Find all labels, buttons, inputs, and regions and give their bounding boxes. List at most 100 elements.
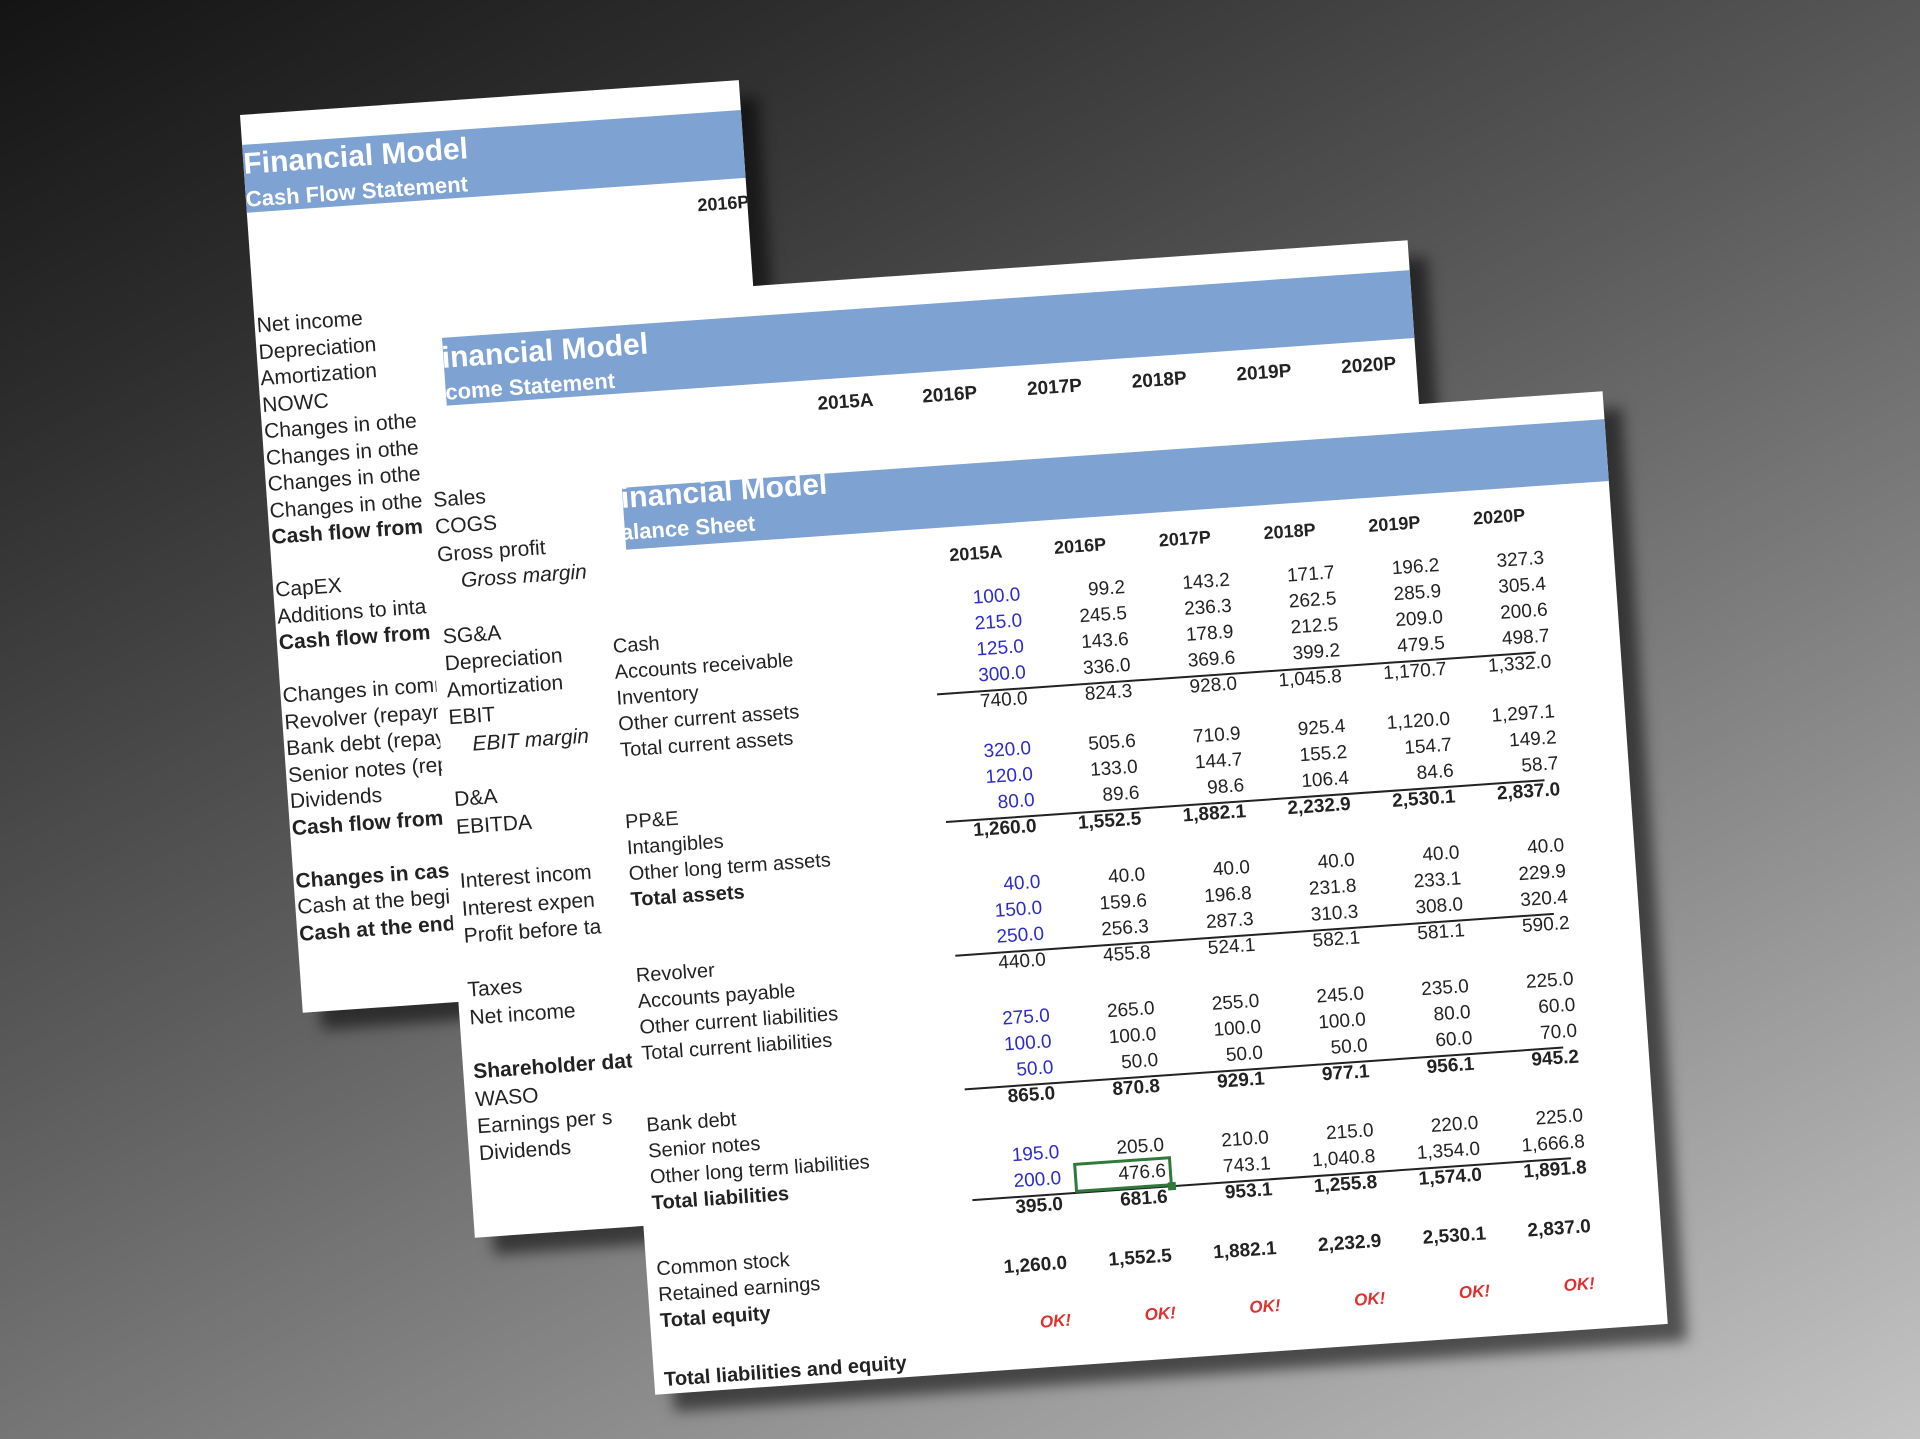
- value-cell: 479.5: [1396, 632, 1446, 658]
- value-cell: 250.0: [995, 923, 1045, 948]
- row-label: Dividends: [478, 1136, 572, 1166]
- value-cell: 120.0: [984, 763, 1034, 789]
- value-cell: 196.2: [1391, 555, 1441, 580]
- row-label: Sales: [432, 485, 487, 512]
- value-cell: 285.9: [1392, 580, 1442, 606]
- value-cell: 212.5: [1290, 614, 1339, 639]
- row-label: Dividends: [289, 783, 383, 814]
- value-cell: 1,354.0: [1416, 1138, 1481, 1164]
- value-cell: 200.6: [1499, 599, 1549, 624]
- year-header: 2020P: [1340, 353, 1397, 379]
- value-cell: 215.0: [1325, 1119, 1375, 1145]
- value-cell: 159.6: [1098, 890, 1148, 915]
- row-label: Inventory: [615, 682, 700, 710]
- row-label: Amortization: [445, 671, 564, 703]
- value-cell: 1,120.0: [1386, 708, 1451, 735]
- value-cell: 262.5: [1288, 588, 1338, 613]
- check-ok: OK!: [1353, 1288, 1386, 1310]
- year-header: 2017P: [786, 185, 802, 210]
- row-label: Depreciation: [443, 644, 564, 676]
- value-cell: 50.0: [1015, 1057, 1055, 1081]
- value-cell: 106.4: [1300, 767, 1350, 793]
- year-header: 2018P: [1262, 519, 1317, 544]
- value-cell: 310.3: [1310, 901, 1359, 926]
- value-cell: 143.6: [1080, 628, 1130, 654]
- value-cell: 275.0: [1001, 1005, 1051, 1030]
- value-cell: 336.0: [1082, 654, 1132, 680]
- row-label: PP&E: [624, 807, 680, 834]
- year-header: 2019P: [1235, 360, 1293, 386]
- value-cell: 255.0: [1211, 990, 1260, 1015]
- check-ok: OK!: [1039, 1310, 1072, 1332]
- year-header: 2019P: [1367, 512, 1421, 536]
- row-label: EBIT: [447, 703, 496, 730]
- value-cell: 200.0: [1012, 1167, 1062, 1193]
- value-cell: 1,882.1: [1212, 1238, 1278, 1264]
- value-cell: 99.2: [1087, 577, 1126, 601]
- selection-handle: [1167, 1181, 1177, 1191]
- year-header: 2015A: [948, 541, 1003, 566]
- year-header: 2016P: [1053, 534, 1107, 558]
- value-cell: 50.0: [1225, 1042, 1264, 1067]
- row-label: D&A: [453, 785, 499, 812]
- value-cell: 133.0: [1089, 756, 1139, 781]
- row-label: Total equity: [659, 1302, 772, 1333]
- value-cell: 1,666.8: [1520, 1131, 1586, 1157]
- value-cell: 320.4: [1519, 886, 1569, 912]
- row-label: Cash: [612, 632, 661, 658]
- year-header: 2016P: [921, 382, 978, 408]
- row-label: Intangibles: [626, 830, 725, 860]
- row-label: Bank debt: [645, 1108, 738, 1137]
- value-cell: 1,040.8: [1311, 1145, 1377, 1172]
- value-cell: 2,837.0: [1526, 1216, 1592, 1242]
- row-label: Gross margin: [460, 560, 588, 592]
- value-cell: 40.0: [1212, 856, 1251, 881]
- value-cell: 2,530.1: [1422, 1223, 1487, 1249]
- row-label: Earnings per s: [476, 1105, 614, 1139]
- value-cell: 171.7: [1286, 562, 1336, 587]
- value-cell: 70.0: [1539, 1020, 1578, 1045]
- value-cell: 50.0: [1329, 1035, 1369, 1059]
- row-label: Total assets: [629, 881, 746, 912]
- value-cell: 80.0: [997, 789, 1036, 814]
- row-label: SG&A: [442, 620, 502, 648]
- year-header: 2018P: [1131, 368, 1188, 393]
- value-cell: 225.0: [1534, 1105, 1584, 1130]
- value-cell: 231.8: [1308, 875, 1358, 900]
- year-header: 2020P: [1472, 504, 1526, 529]
- row-label: NOWC: [261, 389, 330, 417]
- row-label: Total liabilities and equity: [663, 1352, 908, 1392]
- value-cell: 498.7: [1501, 625, 1551, 650]
- value-cell: 505.6: [1087, 730, 1137, 755]
- value-cell: 225.0: [1525, 968, 1575, 993]
- value-cell: 80.0: [1432, 1001, 1472, 1026]
- value-cell: 2,232.9: [1317, 1230, 1383, 1257]
- value-cell: 245.0: [1315, 983, 1365, 1008]
- value-cell: 305.4: [1497, 573, 1547, 598]
- balance-sheet: Financial Model Balance Sheet 2015A 2016P…: [590, 391, 1668, 1395]
- check-ok: OK!: [1144, 1303, 1177, 1325]
- row-label: Amortization: [259, 359, 378, 391]
- value-cell: 40.0: [1526, 835, 1565, 859]
- value-cell: 196.8: [1203, 882, 1253, 908]
- value-cell: 1,260.0: [1003, 1252, 1068, 1279]
- value-cell: 89.6: [1101, 782, 1141, 807]
- row-label: Net income: [468, 998, 577, 1030]
- slide-background: { "cash_flow_sheet": { "title": "Financi…: [0, 0, 1920, 1439]
- row-label: Gross profit: [436, 535, 547, 567]
- value-cell: 58.7: [1520, 753, 1560, 777]
- value-cell: 40.0: [1421, 842, 1461, 866]
- value-cell: 178.9: [1185, 621, 1235, 646]
- value-cell: 100.0: [1212, 1016, 1262, 1041]
- value-cell: 210.0: [1220, 1127, 1270, 1152]
- value-cell: 155.2: [1298, 741, 1348, 767]
- check-ok: OK!: [1562, 1273, 1596, 1296]
- value-cell: 154.7: [1403, 734, 1453, 759]
- value-cell: 40.0: [1002, 871, 1042, 896]
- value-cell: 98.6: [1206, 775, 1245, 799]
- value-cell: 125.0: [975, 636, 1025, 661]
- value-cell: 195.0: [1011, 1141, 1061, 1167]
- value-cell: 229.9: [1517, 860, 1567, 886]
- value-cell: 40.0: [1107, 864, 1146, 888]
- value-cell: 209.0: [1394, 606, 1444, 632]
